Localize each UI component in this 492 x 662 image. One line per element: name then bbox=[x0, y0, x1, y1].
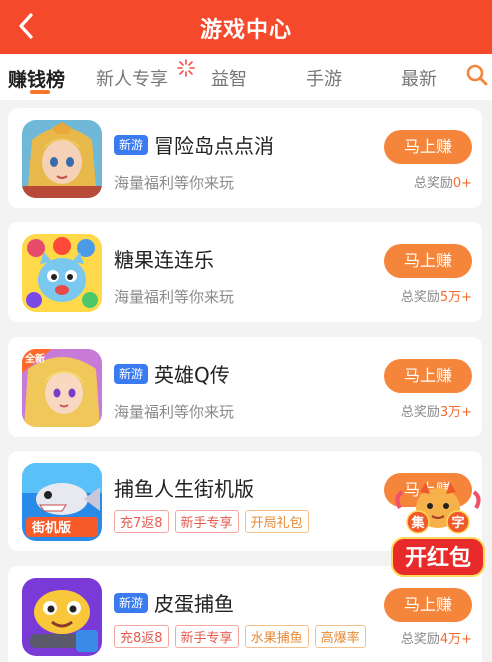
earn-now-button[interactable]: 马上赚 bbox=[384, 359, 472, 393]
game-name-row: 新游 冒险岛点点消 bbox=[114, 130, 274, 159]
game-card[interactable]: 糖果连连乐 海量福利等你来玩 马上赚 总奖励5万+ bbox=[8, 222, 482, 322]
game-icon-fishing-arcade: 街机版 bbox=[22, 463, 102, 541]
game-name-row: 糖果连连乐 bbox=[114, 244, 214, 273]
earn-now-button[interactable]: 马上赚 bbox=[384, 244, 472, 278]
tab-new-user[interactable]: 新人专享 bbox=[96, 65, 168, 91]
tab-latest[interactable]: 最新 bbox=[401, 65, 437, 91]
game-subtitle: 海量福利等你来玩 bbox=[114, 403, 235, 421]
page-title: 游戏中心 bbox=[199, 18, 292, 43]
total-reward: 总奖励3万+ bbox=[401, 401, 472, 420]
reward-amount: 4万+ bbox=[439, 632, 472, 647]
game-tag: 开局礼包 bbox=[244, 510, 309, 533]
game-card[interactable]: 全新 新游 英雄Q传 海量福利等你来玩 马上赚 总奖励3万+ bbox=[8, 337, 482, 437]
game-tag: 高爆率 bbox=[314, 625, 366, 648]
reward-label: 总奖励 bbox=[413, 176, 453, 191]
game-tags: 充7返8 新手专享 开局礼包 bbox=[114, 510, 309, 533]
game-name-row: 新游 皮蛋捕鱼 bbox=[114, 588, 234, 617]
game-tag: 新手专享 bbox=[174, 625, 239, 648]
new-game-badge: 新游 bbox=[114, 363, 149, 384]
earn-now-button[interactable]: 马上赚 bbox=[384, 588, 472, 622]
total-reward: 总奖励5万+ bbox=[401, 286, 472, 305]
reward-amount: 5万+ bbox=[439, 290, 472, 305]
game-name-row: 新游 英雄Q传 bbox=[114, 359, 230, 388]
reward-label: 总奖励 bbox=[400, 290, 440, 305]
game-tag: 新手专享 bbox=[174, 510, 239, 533]
game-name: 糖果连连乐 bbox=[114, 248, 214, 272]
total-reward: 总奖励0+ bbox=[414, 172, 472, 191]
game-card[interactable]: 新游 冒险岛点点消 海量福利等你来玩 马上赚 总奖励0+ bbox=[8, 108, 482, 208]
active-tab-indicator bbox=[30, 90, 50, 94]
sparkle-icon bbox=[177, 59, 195, 77]
game-subtitle: 海量福利等你来玩 bbox=[114, 288, 235, 306]
new-game-badge: 新游 bbox=[114, 134, 149, 155]
game-icon-adventure-island bbox=[22, 120, 102, 198]
game-name-row: 捕鱼人生街机版 bbox=[114, 473, 254, 502]
game-name: 捕鱼人生街机版 bbox=[114, 477, 254, 501]
game-tag: 水果捕鱼 bbox=[244, 625, 309, 648]
reward-label: 总奖励 bbox=[400, 632, 440, 647]
game-name: 冒险岛点点消 bbox=[154, 134, 275, 158]
top-bar: 游戏中心 bbox=[0, 0, 492, 54]
tab-bar: 赚钱榜 新人专享 益智 手游 最新 bbox=[0, 54, 492, 100]
game-tags: 充8返8 新手专享 水果捕鱼 高爆率 bbox=[114, 625, 366, 648]
game-tag: 充7返8 bbox=[114, 510, 169, 533]
game-tag: 充8返8 bbox=[114, 625, 169, 648]
reward-amount: 3万+ bbox=[439, 405, 472, 420]
search-icon[interactable] bbox=[466, 63, 488, 87]
new-game-badge: 新游 bbox=[114, 592, 149, 613]
tab-earn-rank[interactable]: 赚钱榜 bbox=[8, 65, 65, 92]
game-subtitle: 海量福利等你来玩 bbox=[114, 174, 235, 192]
redpacket-char-1: 集 bbox=[410, 515, 425, 531]
reward-amount: 0+ bbox=[452, 176, 472, 191]
reward-label: 总奖励 bbox=[400, 405, 440, 420]
game-icon-candy-link bbox=[22, 234, 102, 312]
game-name: 皮蛋捕鱼 bbox=[154, 592, 235, 616]
total-reward: 总奖励4万+ bbox=[401, 628, 472, 647]
game-icon-pidan-fishing bbox=[22, 578, 102, 656]
redpacket-label: 开红包 bbox=[405, 545, 471, 571]
redpacket-char-2: 字 bbox=[451, 515, 464, 531]
tab-puzzle[interactable]: 益智 bbox=[211, 65, 247, 91]
icon-banner-text: 街机版 bbox=[31, 520, 71, 536]
red-packet-float-button[interactable]: 集 字 开红包 bbox=[386, 478, 490, 582]
game-name: 英雄Q传 bbox=[154, 363, 230, 387]
game-icon-hero-q: 全新 bbox=[22, 349, 102, 427]
icon-corner-text: 全新 bbox=[24, 352, 45, 365]
earn-now-button[interactable]: 马上赚 bbox=[384, 130, 472, 164]
tab-mobile-games[interactable]: 手游 bbox=[306, 65, 342, 91]
